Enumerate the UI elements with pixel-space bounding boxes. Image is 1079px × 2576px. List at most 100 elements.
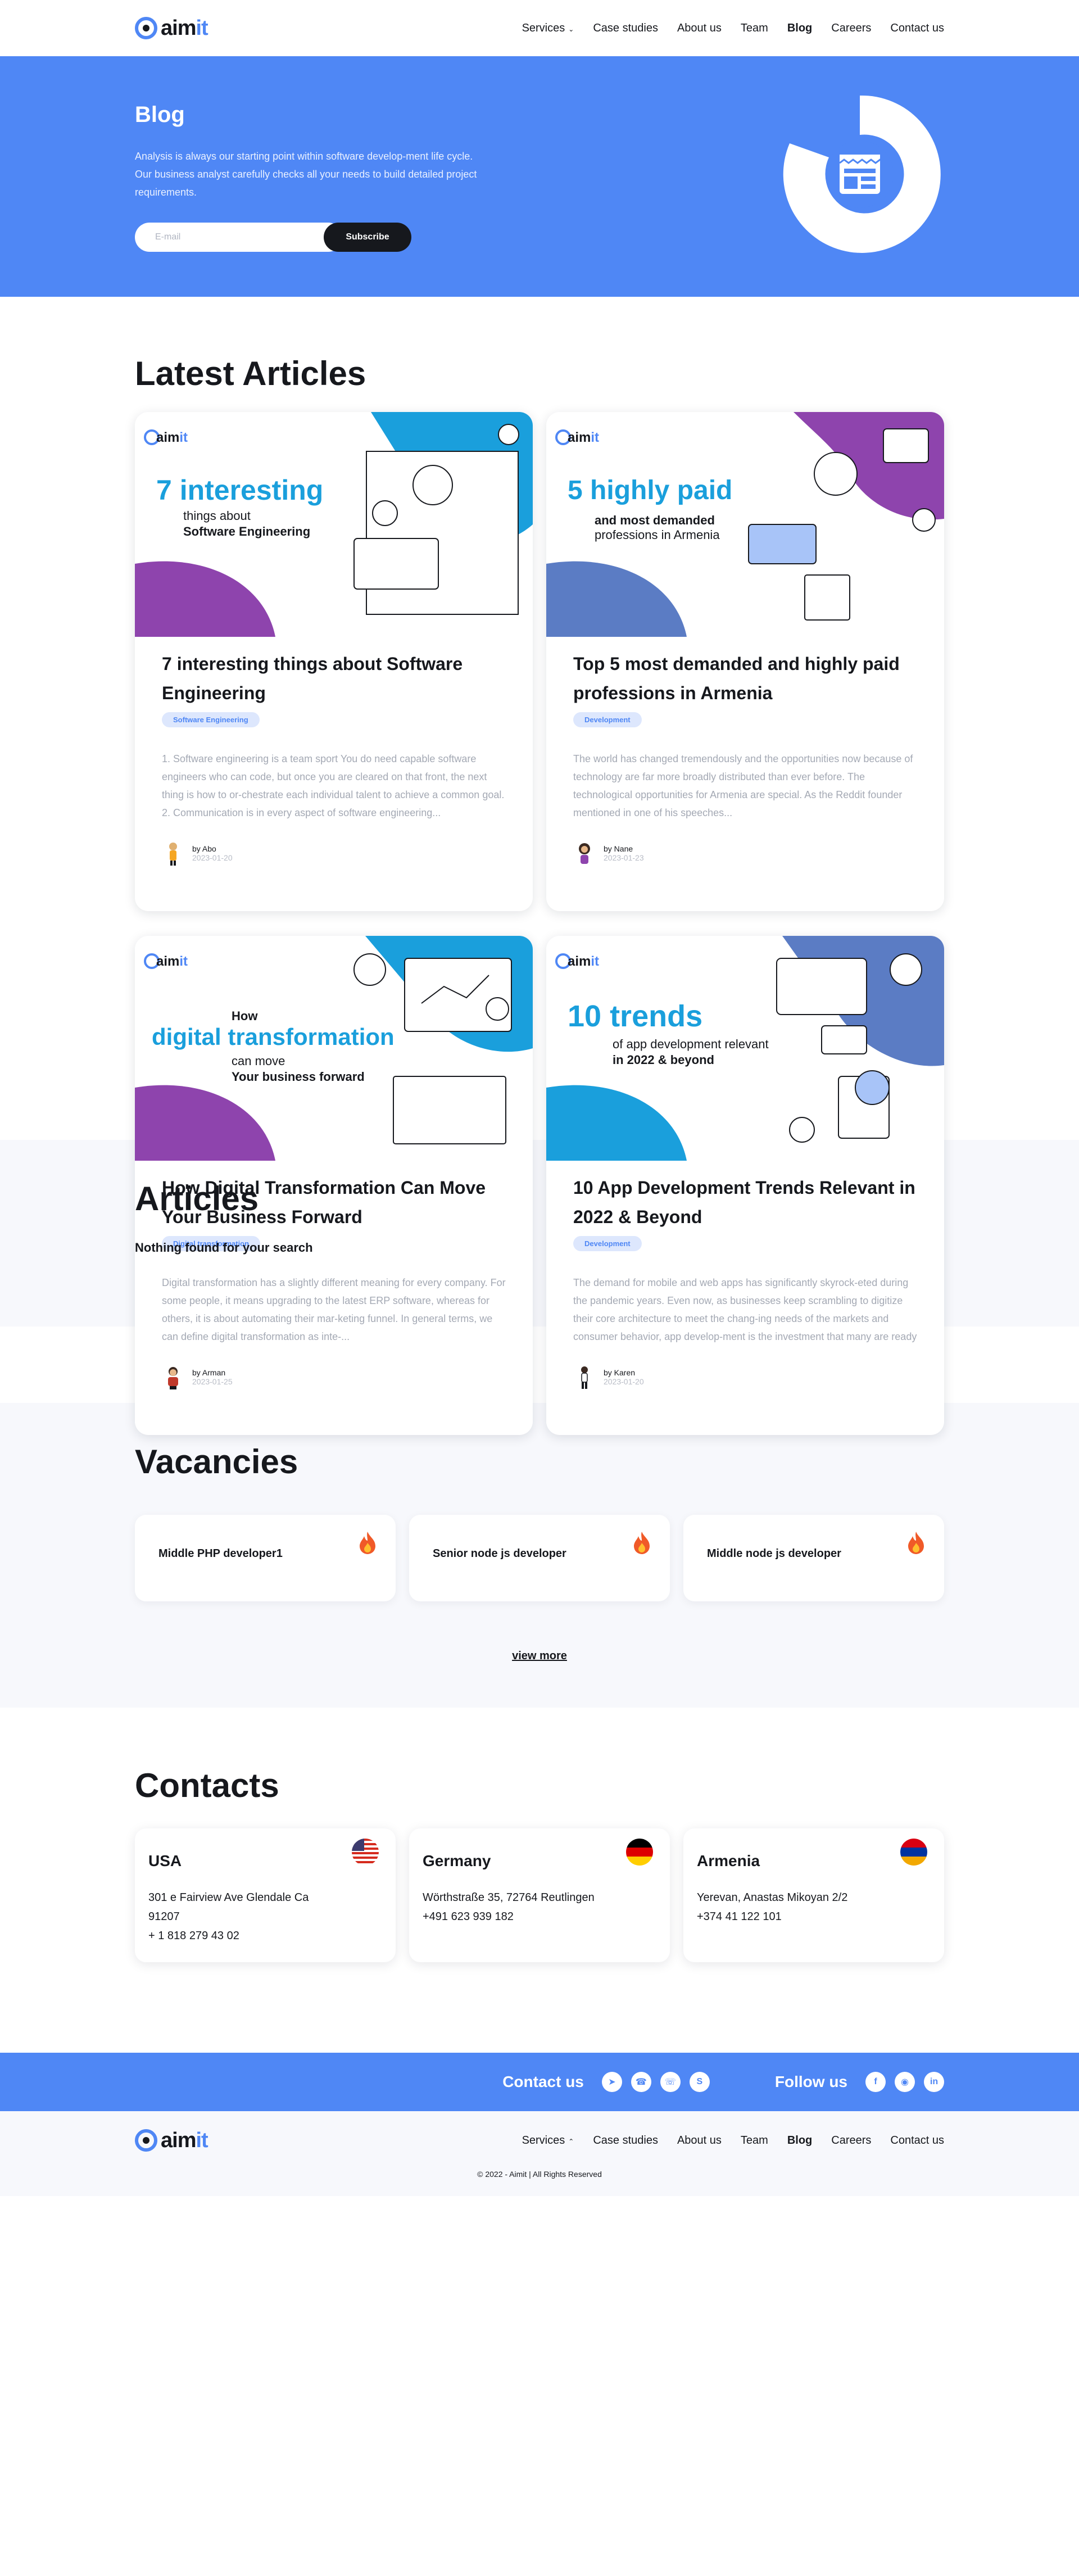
- article-banner: aimit How digital transformation can mov…: [135, 936, 533, 1161]
- article-banner: aimit 10 trends of app development relev…: [546, 936, 944, 1161]
- view-more-link[interactable]: view more: [135, 1650, 944, 1663]
- fire-icon: [360, 1532, 375, 1554]
- contact-phone[interactable]: +491 623 939 182: [423, 1907, 656, 1926]
- article-tag[interactable]: Software Engineering: [162, 712, 260, 727]
- nav-blog[interactable]: Blog: [787, 22, 812, 35]
- contact-follow-bar: Contact us ➤ ☎ ☏ S Follow us f ◉ in: [0, 2053, 1079, 2111]
- author-name: by Karen: [604, 1368, 636, 1377]
- banner-line3: Software Engineering: [183, 524, 311, 538]
- banner-logo: aimit: [156, 954, 188, 970]
- whatsapp-icon[interactable]: ☎: [631, 2072, 651, 2092]
- nav-contact-us[interactable]: Contact us: [890, 22, 944, 35]
- site-footer: aimit Services ⌃ Case studies About us Te…: [0, 2111, 1079, 2196]
- article-title[interactable]: 7 interesting things about Software Engi…: [162, 649, 506, 708]
- contact-address-zip: 91207: [148, 1911, 180, 1923]
- banner-line3: professions in Armenia: [595, 528, 720, 542]
- article-author: by Abo 2023-01-20: [162, 841, 506, 866]
- main-nav: Services ⌄ Case studies About us Team Blo…: [522, 22, 944, 35]
- banner-line3: Your business forward: [232, 1070, 365, 1084]
- am-flag-icon: [900, 1839, 927, 1866]
- article-card[interactable]: aimit 5 highly paid and most demanded pr…: [546, 412, 944, 911]
- logo-text-it: it: [196, 2128, 208, 2152]
- empty-state-text: Nothing found for your search: [135, 1241, 313, 1255]
- contact-phone[interactable]: + 1 818 279 43 02: [148, 1926, 382, 1945]
- banner-logo-it: it: [179, 954, 188, 969]
- subscribe-button[interactable]: Subscribe: [324, 223, 411, 252]
- article-banner: aimit 5 highly paid and most demanded pr…: [546, 412, 944, 637]
- footer-nav-careers[interactable]: Careers: [831, 2134, 871, 2147]
- contact-phone[interactable]: +374 41 122 101: [697, 1907, 931, 1926]
- vacancy-card[interactable]: Senior node js developer: [409, 1515, 670, 1601]
- article-author: by Karen 2023-01-20: [573, 1365, 917, 1389]
- footer-nav-case-studies[interactable]: Case studies: [593, 2134, 658, 2147]
- hero-section: Blog Analysis is always our starting poi…: [0, 56, 1079, 297]
- article-banner: aimit 7 interesting things about Softwar…: [135, 412, 533, 637]
- skype-icon[interactable]: S: [689, 2072, 710, 2092]
- vacancies-title: Vacancies: [135, 1443, 298, 1481]
- footer-nav-about-us[interactable]: About us: [677, 2134, 722, 2147]
- article-card[interactable]: aimit 7 interesting things about Softwar…: [135, 412, 533, 911]
- contact-country: USA: [148, 1852, 182, 1869]
- vacancy-title: Senior node js developer: [433, 1547, 566, 1560]
- article-tag[interactable]: Development: [573, 712, 642, 727]
- nav-about-us[interactable]: About us: [677, 22, 722, 35]
- banner-line2: and most demanded: [595, 513, 715, 527]
- footer-nav-services[interactable]: Services ⌃: [522, 2134, 574, 2147]
- article-date: 2023-01-23: [604, 853, 644, 862]
- vacancies-grid: Middle PHP developer1 Senior node js dev…: [135, 1515, 944, 1601]
- footer-nav-services-label: Services: [522, 2134, 565, 2147]
- avatar: [169, 843, 177, 866]
- nav-case-studies[interactable]: Case studies: [593, 22, 658, 35]
- email-input[interactable]: [135, 223, 343, 252]
- subscribe-form: Subscribe: [135, 223, 411, 252]
- telegram-icon[interactable]: ➤: [601, 2072, 622, 2092]
- contact-address: Wörthstraße 35, 72764 Reutlingen +491 62…: [423, 1888, 656, 1926]
- contact-address-line: 301 e Fairview Ave Glendale Ca: [148, 1891, 309, 1904]
- banner-line3: in 2022 & beyond: [613, 1053, 714, 1067]
- article-author: by Nane 2023-01-23: [573, 841, 917, 866]
- nav-team[interactable]: Team: [741, 22, 768, 35]
- logo-text-aim: aim: [161, 16, 196, 40]
- banner-logo-it: it: [179, 430, 188, 445]
- banner-logo: aimit: [156, 430, 188, 446]
- nav-services[interactable]: Services ⌄: [522, 22, 574, 35]
- footer-nav-contact-us[interactable]: Contact us: [890, 2134, 944, 2147]
- article-date: 2023-01-20: [192, 853, 233, 862]
- logo-text-it: it: [196, 16, 208, 40]
- facebook-icon[interactable]: f: [865, 2072, 886, 2092]
- article-date: 2023-01-20: [604, 1377, 644, 1386]
- logo[interactable]: aimit: [135, 16, 208, 40]
- article-date: 2023-01-25: [192, 1377, 233, 1386]
- footer-nav-team[interactable]: Team: [741, 2134, 768, 2147]
- vacancies-section: Vacancies Middle PHP developer1 Senior n…: [0, 1403, 1079, 1708]
- vacancy-card[interactable]: Middle PHP developer1: [135, 1515, 396, 1601]
- follow-us-label: Follow us: [774, 2073, 847, 2090]
- footer-nav-blog[interactable]: Blog: [787, 2134, 812, 2147]
- fire-icon: [908, 1532, 924, 1554]
- site-header: aimit Services ⌄ Case studies About us Te…: [0, 0, 1079, 56]
- banner-headline: 7 interesting: [156, 474, 324, 506]
- banner-small: How: [232, 1009, 258, 1023]
- contact-address: Yerevan, Anastas Mikoyan 2/2 +374 41 122…: [697, 1888, 931, 1926]
- linkedin-icon[interactable]: in: [924, 2072, 944, 2092]
- avatar: [579, 843, 590, 864]
- vacancy-card[interactable]: Middle node js developer: [683, 1515, 944, 1601]
- contact-us-label: Contact us: [502, 2073, 584, 2090]
- viber-icon[interactable]: ☏: [660, 2072, 681, 2092]
- banner-headline: digital transformation: [152, 1024, 395, 1050]
- instagram-icon[interactable]: ◉: [895, 2072, 915, 2092]
- contact-address-line: Wörthstraße 35, 72764 Reutlingen: [423, 1891, 595, 1904]
- hero-description: Analysis is always our starting point wi…: [135, 151, 477, 198]
- nav-careers[interactable]: Careers: [831, 22, 871, 35]
- banner-logo-it: it: [591, 954, 600, 969]
- article-excerpt: 1. Software engineering is a team sport …: [162, 753, 505, 818]
- page-title: Blog: [135, 102, 185, 127]
- contacts-title: Contacts: [135, 1767, 279, 1804]
- author-name: by Abo: [192, 844, 216, 853]
- articles-title: Articles: [135, 1180, 259, 1217]
- footer-logo[interactable]: aimit: [135, 2129, 208, 2153]
- article-title[interactable]: Top 5 most demanded and highly paid prof…: [573, 649, 917, 708]
- contact-card: Germany Wörthstraße 35, 72764 Reutlingen…: [409, 1828, 670, 1962]
- contact-country: Germany: [423, 1852, 491, 1869]
- banner-headline: 5 highly paid: [568, 475, 732, 506]
